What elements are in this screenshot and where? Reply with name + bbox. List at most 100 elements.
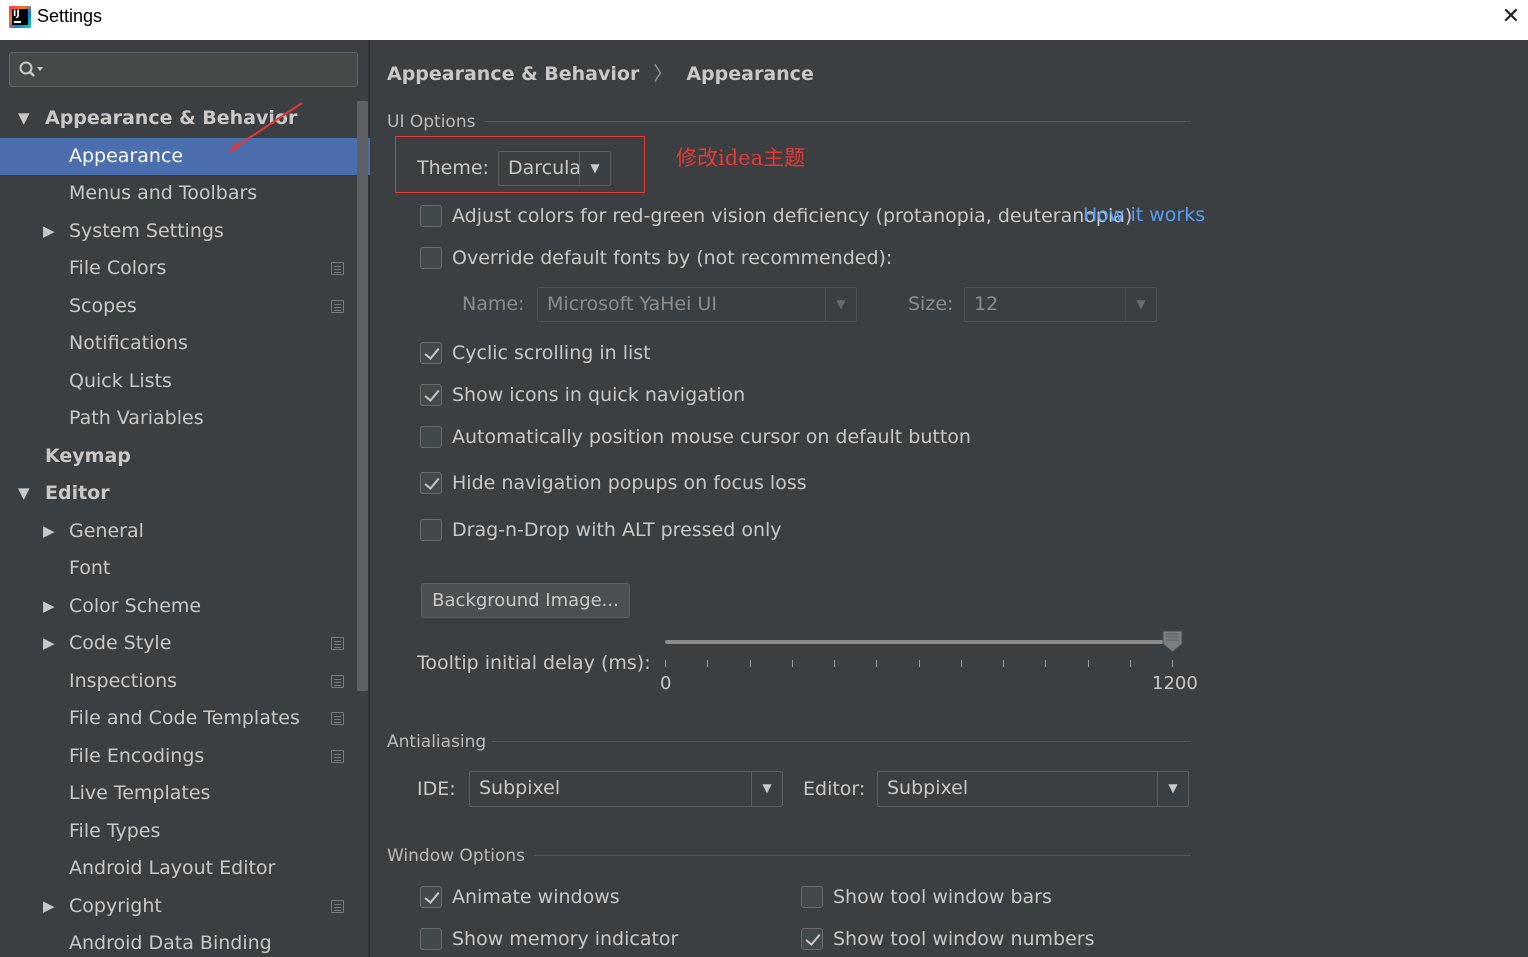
drag-drop-option[interactable]: Drag-n-Drop with ALT pressed only [420,517,920,547]
drag-drop-label: Drag-n-Drop with ALT pressed only [452,519,782,541]
adjust-colors-label: Adjust colors for red-green vision defic… [452,205,1133,227]
tooltip-min-label: 0 [660,673,672,694]
sidebar-item-label: Menus and Toolbars [69,182,258,204]
tooltip-max-label: 1200 [1152,673,1198,694]
chevron-down-icon[interactable]: ▼ [1157,772,1188,806]
theme-select[interactable]: Darcula ▼ [498,151,611,186]
sidebar-item-notifications[interactable]: Notifications [0,325,370,362]
editor-antialiasing-select[interactable]: Subpixel ▼ [877,771,1189,807]
drag-drop-checkbox[interactable] [420,519,442,541]
sidebar-item-font[interactable]: Font [0,550,370,587]
sidebar-item-file-and-code-templates[interactable]: File and Code Templates [0,700,370,737]
sidebar-item-label: Quick Lists [69,370,172,392]
sidebar-item-file-colors[interactable]: File Colors [0,250,370,287]
tooltip-delay-label: Tooltip initial delay (ms): [417,652,651,674]
chevron-down-icon[interactable]: ▼ [579,152,610,185]
sidebar-item-label: Code Style [69,632,172,654]
sidebar-item-label: Color Scheme [69,595,202,617]
show-memory-option[interactable]: Show memory indicator [420,926,720,956]
expand-arrow-icon[interactable]: ▼ [18,475,30,512]
collapse-arrow-icon[interactable]: ▶ [43,625,55,662]
breadcrumb-parent[interactable]: Appearance & Behavior [387,63,639,85]
show-tool-numbers-option[interactable]: Show tool window numbers [801,926,1131,956]
search-input[interactable] [9,52,358,87]
adjust-colors-checkbox[interactable] [420,205,442,227]
show-tool-bars-checkbox[interactable] [801,886,823,908]
collapse-arrow-icon[interactable]: ▶ [43,513,55,550]
font-size-label: Size: [908,293,954,315]
animate-windows-checkbox[interactable] [420,886,442,908]
override-fonts-option[interactable]: Override default fonts by (not recommend… [420,245,1020,275]
sidebar-item-appearance[interactable]: Appearance [0,138,370,175]
sidebar-item-label: File Types [69,820,161,842]
collapse-arrow-icon[interactable]: ▶ [43,588,55,625]
sidebar-item-file-types[interactable]: File Types [0,813,370,850]
ide-label: IDE: [417,778,456,800]
sidebar-item-quick-lists[interactable]: Quick Lists [0,363,370,400]
sidebar-item-copyright[interactable]: ▶ Copyright [0,888,370,925]
sidebar-item-label: Editor [45,482,110,504]
sidebar-item-color-scheme[interactable]: ▶ Color Scheme [0,588,370,625]
collapse-arrow-icon[interactable]: ▶ [43,213,55,250]
hide-popups-checkbox[interactable] [420,472,442,494]
slider-thumb[interactable] [1162,630,1183,653]
project-settings-icon [331,750,344,763]
sidebar-item-general[interactable]: ▶ General [0,513,370,550]
animate-windows-option[interactable]: Animate windows [420,884,720,914]
sidebar-item-label: Copyright [69,895,162,917]
sidebar-item-inspections[interactable]: Inspections [0,663,370,700]
sidebar-item-menus-and-toolbars[interactable]: Menus and Toolbars [0,175,370,212]
antialiasing-title: Antialiasing [387,732,487,752]
cyclic-scrolling-option[interactable]: Cyclic scrolling in list [420,340,820,370]
how-it-works-link[interactable]: How it works [1083,204,1205,226]
close-icon[interactable]: ✕ [1498,4,1524,30]
override-fonts-label: Override default fonts by (not recommend… [452,247,893,269]
antialiasing-divider [492,741,1191,742]
show-tool-bars-option[interactable]: Show tool window bars [801,884,1131,914]
show-icons-option[interactable]: Show icons in quick navigation [420,382,820,412]
show-icons-checkbox[interactable] [420,384,442,406]
cyclic-scrolling-checkbox[interactable] [420,342,442,364]
font-name-select[interactable]: Microsoft YaHei UI ▼ [537,287,857,322]
slider-tick [918,660,920,667]
sidebar-item-code-style[interactable]: ▶ Code Style [0,625,370,662]
auto-position-option[interactable]: Automatically position mouse cursor on d… [420,424,1020,454]
sidebar-item-label: File Encodings [69,745,205,767]
show-tool-numbers-checkbox[interactable] [801,928,823,950]
slider-tick [665,660,666,667]
settings-sidebar: ▼ Appearance & Behavior Appearance Menus an… [0,40,370,957]
intellij-idea-icon: IJ [9,6,31,28]
hide-popups-option[interactable]: Hide navigation popups on focus loss [420,470,920,500]
auto-position-label: Automatically position mouse cursor on d… [452,426,971,448]
tooltip-delay-slider[interactable] [665,640,1172,644]
sidebar-item-keymap[interactable]: Keymap [0,438,370,475]
sidebar-scrollbar[interactable] [357,101,368,691]
sidebar-item-system-settings[interactable]: ▶ System Settings [0,213,370,250]
editor-label: Editor: [803,778,866,800]
sidebar-item-appearance-behavior[interactable]: ▼ Appearance & Behavior [0,100,370,137]
chevron-down-icon[interactable]: ▼ [751,772,782,806]
slider-tick [1129,660,1131,667]
sidebar-item-path-variables[interactable]: Path Variables [0,400,370,437]
expand-arrow-icon[interactable]: ▼ [18,100,30,137]
annotation-arrow [227,102,303,153]
font-size-select[interactable]: 12 ▼ [964,287,1157,322]
project-settings-icon [331,900,344,913]
show-memory-checkbox[interactable] [420,928,442,950]
title-bar: IJ Settings ✕ [0,0,1528,40]
sidebar-item-label: System Settings [69,220,224,242]
sidebar-item-android-data-binding[interactable]: Android Data Binding [0,925,370,957]
chevron-down-icon[interactable]: ▼ [1125,288,1156,321]
override-fonts-checkbox[interactable] [420,247,442,269]
sidebar-item-scopes[interactable]: Scopes [0,288,370,325]
ide-antialiasing-select[interactable]: Subpixel ▼ [469,771,783,807]
sidebar-item-file-encodings[interactable]: File Encodings [0,738,370,775]
auto-position-checkbox[interactable] [420,426,442,448]
sidebar-item-editor[interactable]: ▼ Editor [0,475,370,512]
chevron-down-icon[interactable]: ▼ [825,288,856,321]
sidebar-item-live-templates[interactable]: Live Templates [0,775,370,812]
sidebar-item-android-layout-editor[interactable]: Android Layout Editor [0,850,370,887]
project-settings-icon [331,712,344,725]
background-image-button[interactable]: Background Image... [421,583,630,618]
collapse-arrow-icon[interactable]: ▶ [43,888,55,925]
